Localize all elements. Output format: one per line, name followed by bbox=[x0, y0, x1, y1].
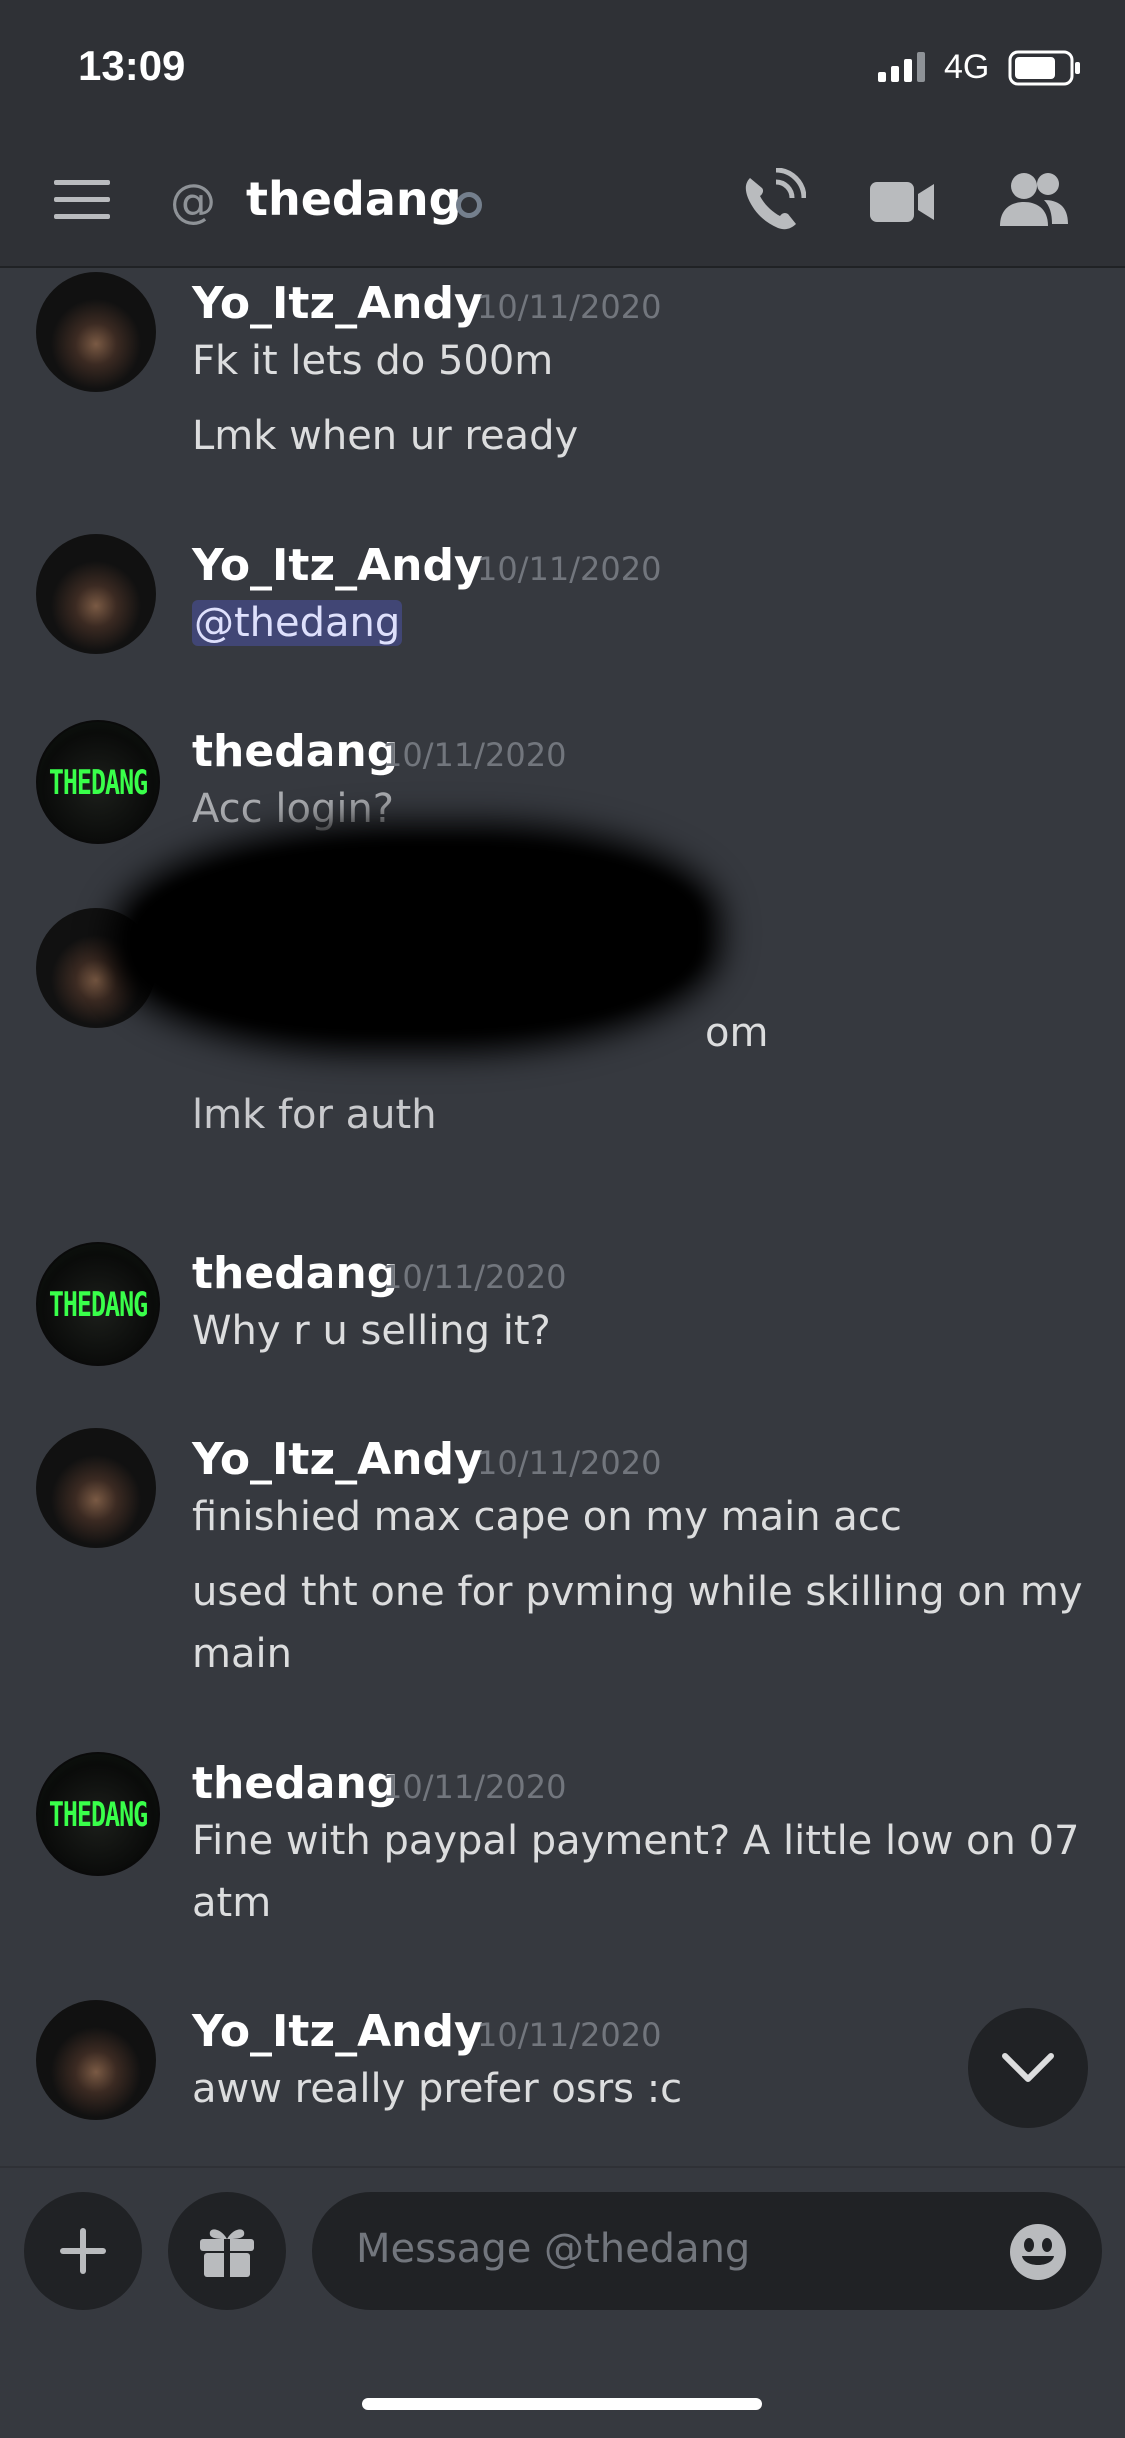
message-timestamp: 10/11/2020 bbox=[477, 288, 662, 326]
message-author[interactable]: Yo_Itz_Andy bbox=[192, 1434, 483, 1485]
message-input-placeholder: Message @thedang bbox=[356, 2226, 751, 2272]
gift-icon bbox=[200, 2229, 254, 2279]
avatar[interactable] bbox=[36, 2000, 156, 2120]
channel-title[interactable]: thedang bbox=[246, 172, 462, 226]
message-input[interactable]: Message @thedang bbox=[312, 2192, 1102, 2310]
message-author[interactable]: Yo_Itz_Andy bbox=[192, 278, 483, 329]
user-mention[interactable]: @thedang bbox=[192, 600, 403, 646]
message-text: Acc login? bbox=[192, 786, 395, 832]
status-offline-icon bbox=[456, 192, 482, 218]
signal-icon bbox=[878, 52, 925, 82]
channel-header: @ thedang bbox=[0, 140, 1125, 268]
status-time: 13:09 bbox=[78, 42, 186, 89]
voice-call-icon[interactable] bbox=[736, 168, 806, 238]
message-text: @thedang bbox=[192, 592, 1092, 654]
message-text: om bbox=[705, 1010, 769, 1056]
avatar[interactable]: THEDANG bbox=[36, 720, 160, 844]
message-author[interactable]: thedang bbox=[192, 726, 398, 777]
message-author[interactable]: Yo_Itz_Andy bbox=[192, 540, 483, 591]
status-bar: 13:09 4G bbox=[0, 0, 1125, 140]
message-text: main bbox=[192, 1631, 292, 1677]
avatar[interactable] bbox=[36, 534, 156, 654]
redaction-mark bbox=[126, 838, 706, 1038]
message-text: Lmk when ur ready bbox=[192, 413, 579, 459]
avatar[interactable] bbox=[36, 1428, 156, 1548]
at-icon: @ bbox=[170, 174, 216, 228]
message-text: aww really prefer osrs :c bbox=[192, 2066, 683, 2112]
message-author[interactable]: thedang bbox=[192, 1248, 398, 1299]
message-author[interactable]: Yo_Itz_Andy bbox=[192, 2006, 483, 2057]
message-text: finishied max cape on my main acc bbox=[192, 1494, 902, 1540]
message-timestamp: 10/11/2020 bbox=[382, 1768, 567, 1806]
add-icon bbox=[60, 2228, 106, 2274]
members-icon[interactable] bbox=[998, 170, 1070, 230]
message-text: lmk for auth bbox=[192, 1092, 437, 1138]
message-author[interactable]: thedang bbox=[192, 1758, 398, 1809]
message-text: used tht one for pvming while skilling o… bbox=[192, 1569, 1083, 1615]
add-attachment-button[interactable] bbox=[24, 2192, 142, 2310]
network-type: 4G bbox=[944, 48, 990, 86]
menu-icon[interactable] bbox=[54, 180, 110, 220]
battery-icon bbox=[1008, 50, 1080, 86]
avatar-text: THEDANG bbox=[48, 1794, 148, 1834]
message-timestamp: 10/11/2020 bbox=[382, 1258, 567, 1296]
message-text: Fine with paypal payment? A little low o… bbox=[192, 1818, 1080, 1864]
video-call-icon[interactable] bbox=[870, 178, 936, 226]
home-indicator[interactable] bbox=[362, 2398, 762, 2410]
message-timestamp: 10/11/2020 bbox=[477, 1444, 662, 1482]
avatar[interactable]: THEDANG bbox=[36, 1752, 160, 1876]
chevron-down-icon bbox=[1002, 2053, 1054, 2082]
jump-to-bottom-button[interactable] bbox=[968, 2008, 1088, 2128]
message-text: Fk it lets do 500m bbox=[192, 338, 554, 384]
message-timestamp: 10/11/2020 bbox=[477, 2016, 662, 2054]
emoji-icon[interactable] bbox=[1008, 2222, 1068, 2282]
avatar-text: THEDANG bbox=[48, 762, 148, 802]
message-timestamp: 10/11/2020 bbox=[477, 550, 662, 588]
message-text: Why r u selling it? bbox=[192, 1308, 551, 1354]
message-list[interactable]: Yo_Itz_Andy 10/11/2020 Fk it lets do 500… bbox=[0, 268, 1125, 2164]
avatar[interactable] bbox=[36, 272, 156, 392]
gift-button[interactable] bbox=[168, 2192, 286, 2310]
avatar-text: THEDANG bbox=[48, 1284, 148, 1324]
message-text: atm bbox=[192, 1880, 272, 1926]
message-timestamp: 10/11/2020 bbox=[382, 736, 567, 774]
avatar[interactable]: THEDANG bbox=[36, 1242, 160, 1366]
